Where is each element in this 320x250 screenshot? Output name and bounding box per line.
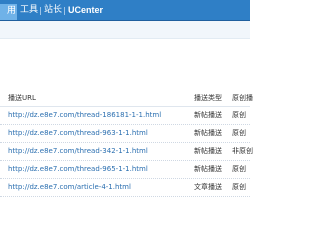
row-type: 新帖播送 [194,129,222,137]
nav-tab-ucenter[interactable]: UCenter [68,5,103,16]
row-status: 原创 [232,183,246,191]
row-type: 文章播送 [194,183,222,191]
nav-tab-tools[interactable]: 工具 [20,5,38,16]
row-status: 非原创 [232,147,253,155]
row-url-link[interactable]: http://dz.e8e7.com/thread-342-1-1.html [8,143,188,160]
row-type: 新帖播送 [194,147,222,155]
row-status: 原创 [232,111,246,119]
row-url-link[interactable]: http://dz.e8e7.com/thread-965-1-1.html [8,161,188,178]
nav-separator: | [39,6,42,15]
table-row: http://dz.e8e7.com/thread-963-1-1.html 新… [0,125,250,143]
row-status: 原创 [232,165,246,173]
push-url-table: 播送URL 播送类型 原创播 http://dz.e8e7.com/thread… [0,91,253,197]
row-url-link[interactable]: http://dz.e8e7.com/thread-963-1-1.html [8,125,188,142]
table-row: http://dz.e8e7.com/article-4-1.html 文章播送… [0,179,250,197]
sub-header-bar [0,21,250,39]
nav-tab-active[interactable]: 用 [0,4,17,20]
row-url-link[interactable]: http://dz.e8e7.com/article-4-1.html [8,179,188,196]
table-row: http://dz.e8e7.com/thread-342-1-1.html 新… [0,143,253,161]
nav-separator: | [63,6,66,15]
header-type: 播送类型 [194,94,222,102]
row-url-link[interactable]: http://dz.e8e7.com/thread-186181-1-1.htm… [8,107,188,124]
top-nav-bar: 用 工具 | 站长 | UCenter [0,0,250,21]
row-status: 原创 [232,129,246,137]
table-row: http://dz.e8e7.com/thread-965-1-1.html 新… [0,161,250,179]
row-type: 新帖播送 [194,111,222,119]
table-row: http://dz.e8e7.com/thread-186181-1-1.htm… [0,107,250,125]
nav-tab-webmaster[interactable]: 站长 [44,5,62,16]
table-header: 播送URL 播送类型 原创播 [0,91,253,107]
header-status: 原创播 [232,94,253,102]
row-type: 新帖播送 [194,165,222,173]
header-url: 播送URL [8,94,36,102]
